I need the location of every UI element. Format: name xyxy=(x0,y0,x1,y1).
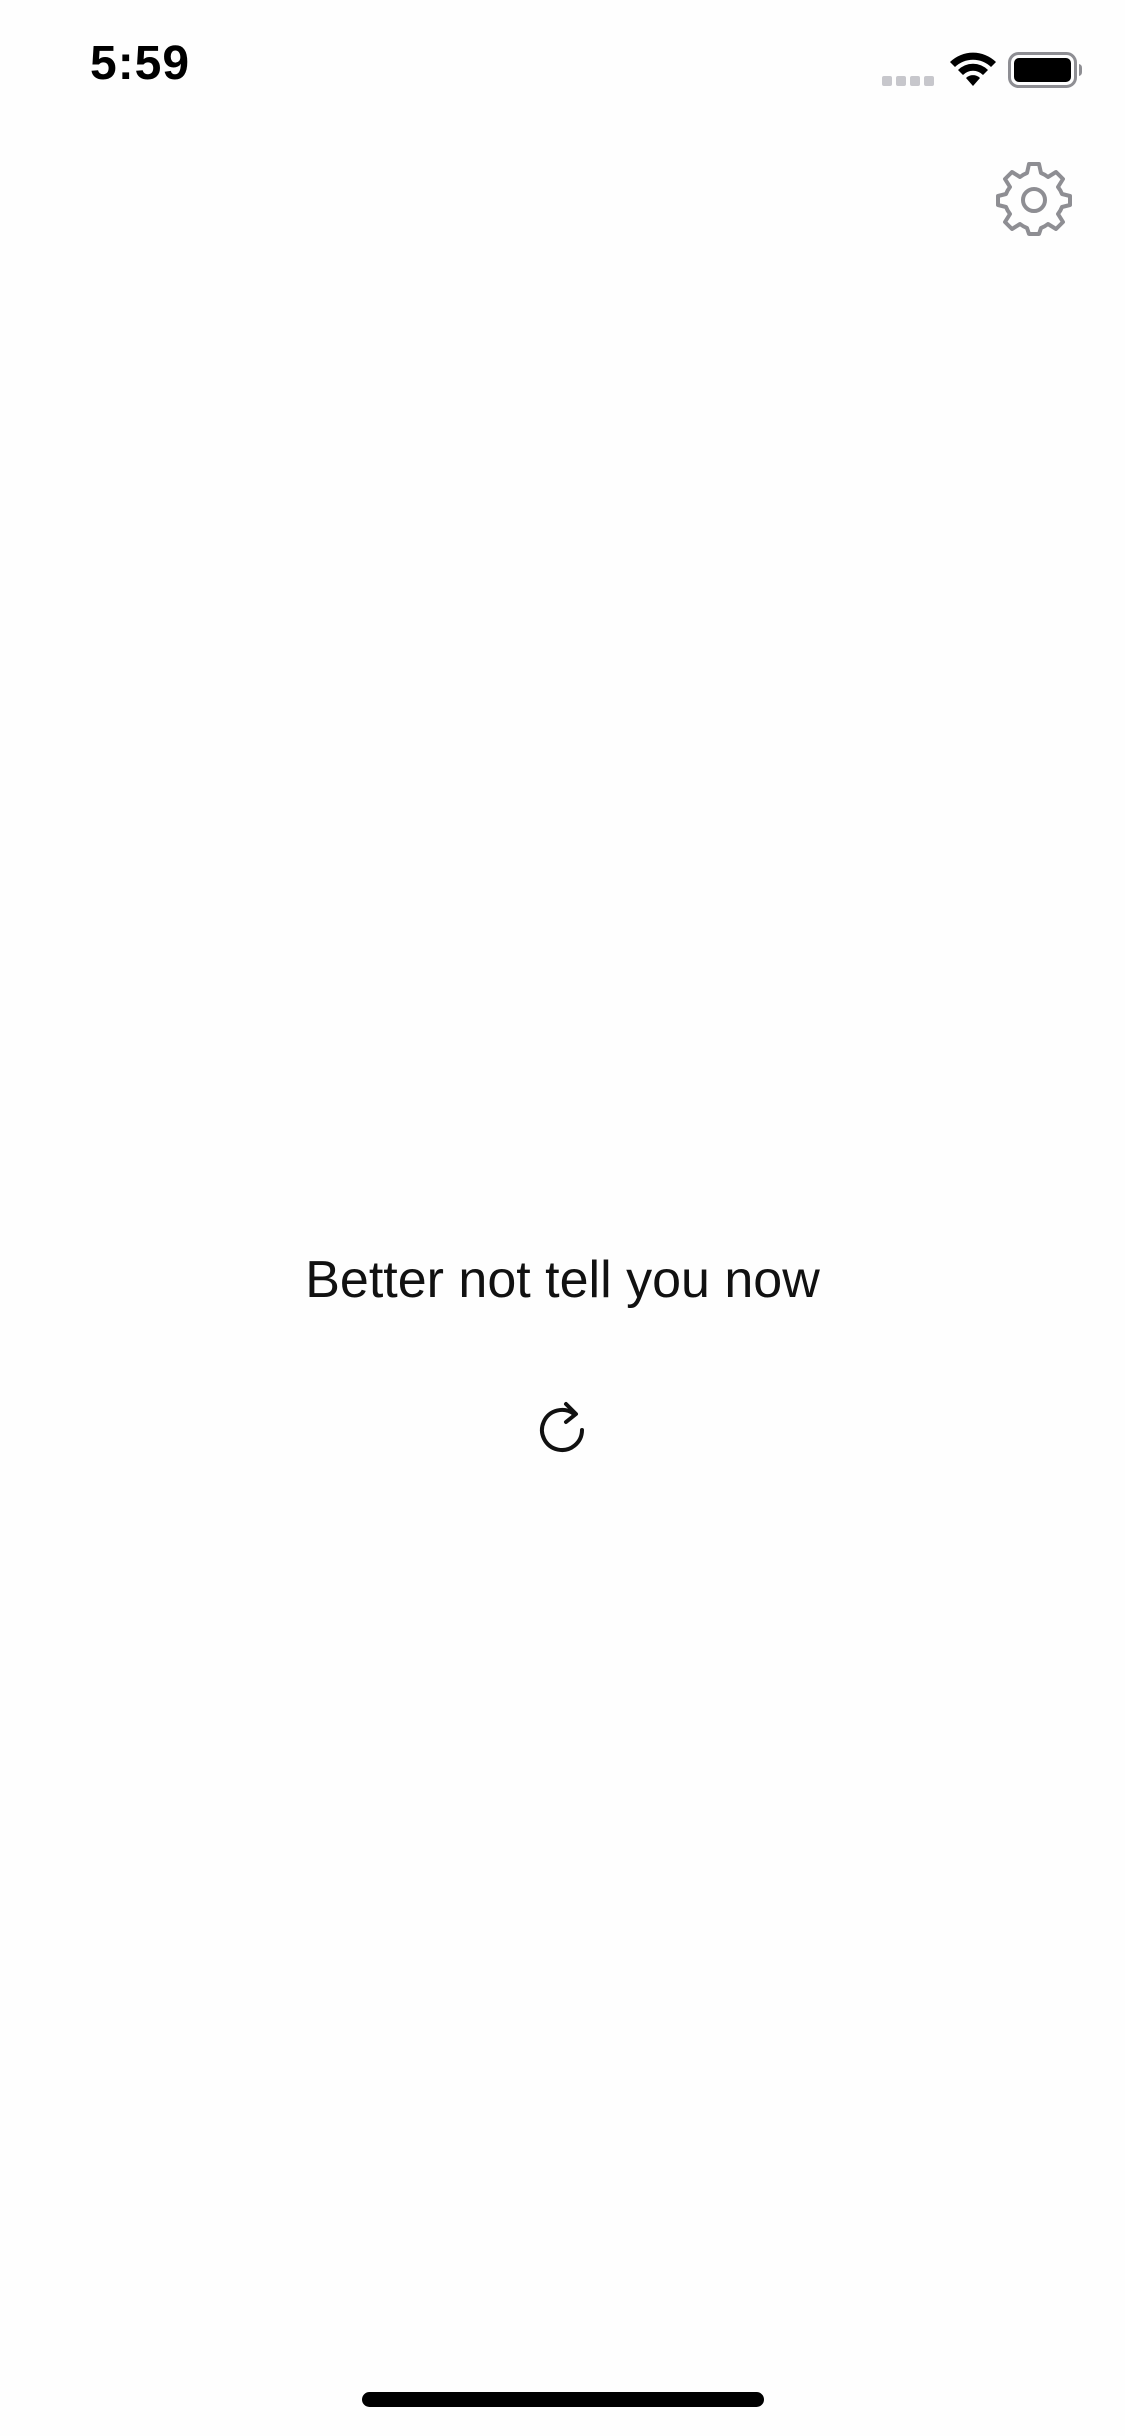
answer-text: Better not tell you now xyxy=(305,1251,820,1309)
wifi-icon xyxy=(950,52,996,86)
refresh-icon[interactable] xyxy=(532,1398,592,1458)
settings-gear-button[interactable] xyxy=(996,160,1072,236)
status-bar: 5:59 xyxy=(0,0,1125,140)
cellular-signal-icon xyxy=(882,76,934,86)
status-time: 5:59 xyxy=(90,37,191,90)
battery-icon xyxy=(1008,52,1083,88)
home-indicator[interactable] xyxy=(362,2392,764,2407)
